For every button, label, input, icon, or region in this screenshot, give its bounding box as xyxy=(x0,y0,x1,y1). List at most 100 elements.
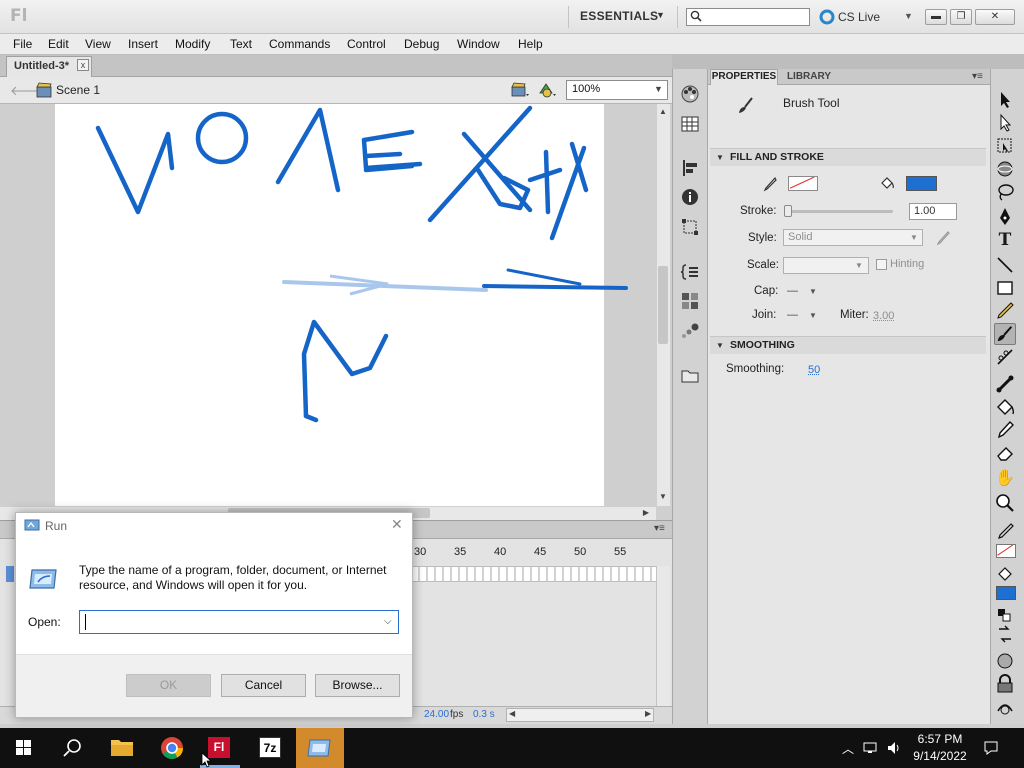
cs-live-icon[interactable] xyxy=(819,9,835,25)
chevron-down-icon[interactable]: ▼ xyxy=(910,233,918,242)
stroke-slider-thumb[interactable] xyxy=(784,205,792,217)
zoom-value[interactable]: 100% xyxy=(572,83,600,95)
volume-icon[interactable] xyxy=(886,740,902,756)
style-select[interactable]: Solid xyxy=(783,229,923,246)
panel-menu-icon[interactable]: ▾≡ xyxy=(972,71,983,82)
transform-icon[interactable] xyxy=(680,217,700,237)
join-style-icon[interactable]: — xyxy=(787,309,798,321)
smooth-icon[interactable] xyxy=(994,696,1016,718)
tool-fill-color-swatch[interactable] xyxy=(996,586,1016,600)
tray-chevron-up-icon[interactable]: ︿ xyxy=(840,740,856,756)
pen-tool-icon[interactable] xyxy=(994,206,1016,228)
stage-vertical-scroll-thumb[interactable] xyxy=(658,266,668,344)
collapse-strip-header[interactable] xyxy=(672,55,708,69)
menu-edit[interactable]: Edit xyxy=(48,37,69,51)
network-icon[interactable] xyxy=(862,740,878,756)
rectangle-tool-icon[interactable] xyxy=(994,277,1016,299)
windows-start-icon[interactable] xyxy=(0,728,48,768)
menu-insert[interactable]: Insert xyxy=(128,37,158,51)
menu-text[interactable]: Text xyxy=(230,37,252,51)
stroke-color-pencil-icon[interactable] xyxy=(994,521,1016,543)
close-button[interactable]: ✕ xyxy=(975,9,1015,25)
restore-button[interactable]: ❐ xyxy=(950,9,972,25)
chevron-down-icon[interactable]: ▼ xyxy=(656,10,665,20)
document-tab-label[interactable]: Untitled-3* xyxy=(14,60,69,72)
clock-time[interactable]: 6:57 PM xyxy=(917,732,963,746)
cancel-button[interactable]: Cancel xyxy=(221,674,306,697)
lasso-tool-icon[interactable] xyxy=(994,181,1016,203)
align-icon[interactable] xyxy=(680,158,700,178)
line-tool-icon[interactable] xyxy=(994,254,1016,276)
chevron-down-icon[interactable]: ▼ xyxy=(809,311,817,320)
stroke-slider-track[interactable] xyxy=(785,210,893,213)
object-drawing-icon[interactable] xyxy=(994,650,1016,672)
fill-color-bucket-icon[interactable] xyxy=(994,563,1016,585)
menu-help[interactable]: Help xyxy=(518,37,543,51)
chevron-down-icon[interactable]: ▼ xyxy=(855,261,863,270)
components-icon[interactable] xyxy=(680,291,700,311)
scroll-left-icon[interactable]: ◀ xyxy=(509,709,515,718)
help-search-box[interactable] xyxy=(686,8,810,26)
chrome-icon[interactable] xyxy=(148,728,196,768)
minimize-button[interactable]: ▬ xyxy=(925,9,947,25)
timeline-frame-cells[interactable] xyxy=(412,566,656,582)
swatches-grid-icon[interactable] xyxy=(680,114,700,134)
motion-presets-icon[interactable] xyxy=(680,321,700,341)
deco-tool-icon[interactable] xyxy=(994,346,1016,368)
open-input[interactable] xyxy=(80,611,370,633)
run-taskbar-button[interactable] xyxy=(296,728,344,768)
hand-tool-icon[interactable]: ✋ xyxy=(994,468,1016,490)
edit-scene-icon[interactable] xyxy=(510,81,532,99)
swap-colors-icon[interactable] xyxy=(994,623,1016,645)
ok-button[interactable]: OK xyxy=(126,674,211,697)
hinting-checkbox[interactable] xyxy=(876,259,887,270)
close-icon[interactable]: ✕ xyxy=(391,516,403,533)
menu-window[interactable]: Window xyxy=(457,37,500,51)
chevron-down-icon[interactable]: ▼ xyxy=(809,287,817,296)
miter-value[interactable]: 3.00 xyxy=(873,310,894,322)
cap-style-icon[interactable]: — xyxy=(787,285,798,297)
scroll-down-icon[interactable]: ▼ xyxy=(657,492,669,501)
menu-commands[interactable]: Commands xyxy=(269,37,330,51)
brush-tool-icon[interactable] xyxy=(994,323,1016,345)
collapse-triangle-icon[interactable]: ▼ xyxy=(716,341,724,350)
file-explorer-icon[interactable] xyxy=(98,728,146,768)
fill-and-stroke-header[interactable]: FILL AND STROKE xyxy=(710,148,986,166)
frame-rate-value[interactable]: 24.00 xyxy=(424,709,449,720)
scroll-right-icon[interactable]: ▶ xyxy=(645,709,651,718)
scroll-right-icon[interactable]: ▶ xyxy=(640,506,652,520)
selection-tool-icon[interactable] xyxy=(994,89,1016,111)
7zip-taskbar-button[interactable]: 7z xyxy=(246,728,294,768)
tools-panel-header[interactable] xyxy=(990,55,1024,69)
stroke-value-input[interactable]: 1.00 xyxy=(909,203,957,220)
stroke-color-swatch[interactable] xyxy=(788,176,818,191)
info-icon[interactable] xyxy=(680,187,700,207)
subselection-tool-icon[interactable] xyxy=(994,112,1016,134)
paint-bucket-tool-icon[interactable] xyxy=(994,396,1016,418)
code-snippets-icon[interactable] xyxy=(680,262,700,282)
timeline-vertical-scrollbar[interactable] xyxy=(656,566,670,708)
chevron-down-icon[interactable]: ⌵ xyxy=(384,616,392,627)
bone-tool-icon[interactable] xyxy=(994,373,1016,395)
tool-stroke-color-swatch[interactable] xyxy=(996,544,1016,558)
clock-date[interactable]: 9/14/2022 xyxy=(911,749,969,763)
smoothing-header[interactable]: SMOOTHING xyxy=(710,336,986,354)
chevron-down-icon[interactable]: ▼ xyxy=(654,84,663,94)
browse-button[interactable]: Browse... xyxy=(315,674,400,697)
panel-collapse-header[interactable] xyxy=(708,55,990,69)
open-combobox[interactable] xyxy=(79,610,399,634)
free-transform-tool-icon[interactable] xyxy=(994,135,1016,157)
zoom-tool-icon[interactable] xyxy=(994,492,1016,514)
3d-rotation-tool-icon[interactable] xyxy=(994,158,1016,180)
snap-to-objects-icon[interactable] xyxy=(994,673,1016,695)
menu-modify[interactable]: Modify xyxy=(175,37,210,51)
eyedropper-tool-icon[interactable] xyxy=(994,419,1016,441)
workspace-switcher[interactable]: ESSENTIALS xyxy=(580,9,658,23)
text-tool-icon[interactable]: T xyxy=(994,229,1016,251)
tab-properties[interactable]: PROPERTIES xyxy=(710,69,778,85)
edit-stroke-style-icon[interactable] xyxy=(934,229,952,247)
menu-control[interactable]: Control xyxy=(347,37,386,51)
color-palette-icon[interactable] xyxy=(680,84,700,104)
close-icon[interactable]: x xyxy=(77,59,89,71)
menu-debug[interactable]: Debug xyxy=(404,37,439,51)
